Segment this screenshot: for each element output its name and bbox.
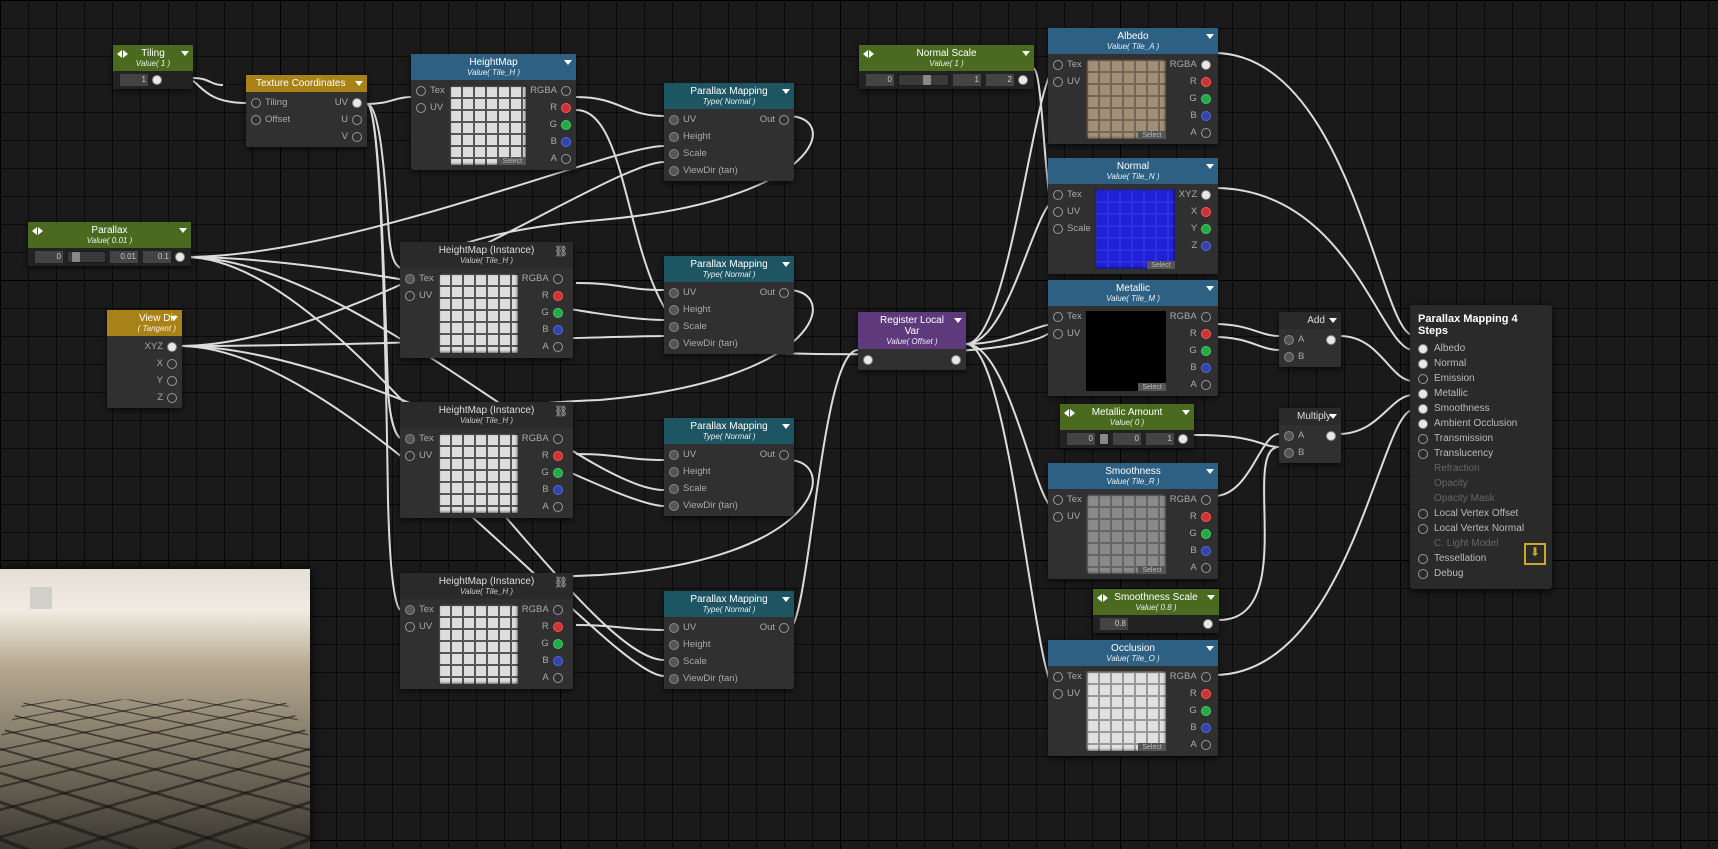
node-register-var[interactable]: Register Local VarValue( Offset ) (858, 312, 966, 370)
node-smooth[interactable]: SmoothnessValue( Tile_R ) TexUVSelectRGB… (1048, 463, 1218, 579)
master-title: Parallax Mapping 4 Steps (1418, 313, 1538, 337)
link-icon[interactable]: ⛓ (554, 405, 568, 418)
node-normscale[interactable]: Normal ScaleValue( 1 ) 012 (859, 45, 1034, 89)
node-pmapping-1[interactable]: Parallax MappingType( Normal ) UV Height… (664, 83, 794, 181)
node-tiling[interactable]: TilingValue( 1 ) 1 (113, 45, 193, 89)
node-texcoord[interactable]: Texture Coordinates Tiling Offset UV U V (246, 75, 367, 147)
heightmap-preview[interactable]: Select (449, 85, 526, 165)
preview-thumbnail (0, 569, 310, 849)
node-parallax[interactable]: ParallaxValue( 0.01 ) 00.010.1 (28, 222, 191, 266)
node-pmapping-3[interactable]: Parallax MappingType( Normal ) UVHeightS… (664, 418, 794, 516)
link-icon[interactable]: ⛓ (554, 576, 568, 589)
node-metallic-amt[interactable]: Metallic AmountValue( 0 ) 001 (1060, 404, 1194, 448)
node-heightmap-inst2[interactable]: HeightMap (Instance)Value( Tile_H )⛓ Tex… (400, 402, 573, 518)
node-normal[interactable]: NormalValue( Tile_N ) TexUVScaleSelectXY… (1048, 158, 1218, 274)
node-heightmap-inst3[interactable]: HeightMap (Instance)Value( Tile_H )⛓ Tex… (400, 573, 573, 689)
node-pmapping-4[interactable]: Parallax MappingType( Normal ) UVHeightS… (664, 591, 794, 689)
node-viewdir[interactable]: View Dir( Tangent ) XYZ X Y Z (107, 310, 182, 408)
node-multiply[interactable]: Multiply AB (1279, 408, 1341, 463)
node-pmapping-2[interactable]: Parallax MappingType( Normal ) UVHeightS… (664, 256, 794, 354)
node-heightmap-inst1[interactable]: HeightMap (Instance)Value( Tile_H )⛓ Tex… (400, 242, 573, 358)
download-icon[interactable]: ⬇ (1524, 543, 1546, 565)
master-node[interactable]: Parallax Mapping 4 Steps AlbedoNormalEmi… (1410, 305, 1552, 589)
node-occlusion[interactable]: OcclusionValue( Tile_O ) TexUVSelectRGBA… (1048, 640, 1218, 756)
node-albedo[interactable]: AlbedoValue( Tile_A ) TexUVSelectRGBARGB… (1048, 28, 1218, 144)
tiling-out[interactable] (152, 75, 162, 85)
tiling-value[interactable]: 1 (119, 73, 149, 87)
node-add[interactable]: Add AB (1279, 312, 1341, 367)
link-icon[interactable]: ⛓ (554, 245, 568, 258)
node-smooth-scale[interactable]: Smoothness ScaleValue( 0.8 ) 0.8 (1093, 589, 1219, 633)
node-metallic[interactable]: MetallicValue( Tile_M ) TexUVSelectRGBAR… (1048, 280, 1218, 396)
node-heightmap[interactable]: HeightMapValue( Tile_H ) Tex UV Select R… (411, 54, 576, 170)
